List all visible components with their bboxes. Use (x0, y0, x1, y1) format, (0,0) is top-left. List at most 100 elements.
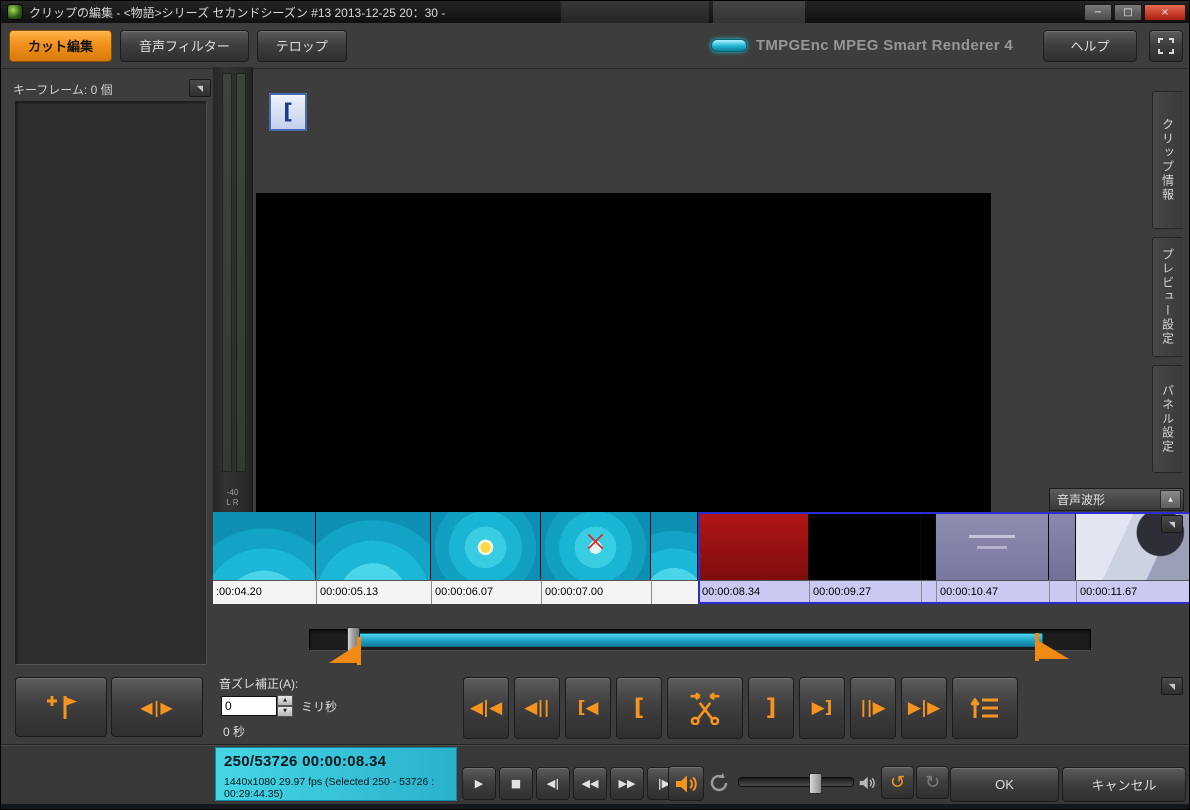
maximize-icon: □ (1123, 6, 1133, 18)
timeline-thumbnail (698, 512, 809, 580)
set-in-point-button[interactable]: [ (616, 677, 662, 739)
waveform-expand-icon[interactable]: ▲ (1160, 490, 1181, 509)
status-readout: 250/53726 00:00:08.34 1440x1080 29.97 fp… (215, 747, 457, 801)
spinner-up-button[interactable]: ▲ (277, 695, 293, 706)
set-out-point-button[interactable]: ] (748, 677, 794, 739)
title-bar[interactable]: クリップの編集 - <物語>シリーズ セカンドシーズン #13 2013-12-… (1, 1, 1189, 23)
repeat-icon (710, 773, 728, 792)
frame-back-icon: ◀| (546, 777, 560, 790)
redo-icon: ↻ (924, 772, 941, 793)
timeline-segment[interactable]: 00:00:06.07 (431, 512, 541, 604)
tab-cut-edit[interactable]: カット編集 (9, 29, 113, 62)
seek-bar[interactable] (305, 621, 1095, 667)
spinner-down-button[interactable]: ▼ (277, 706, 293, 717)
frame-position-text: 250/53726 00:00:08.34 (224, 753, 387, 770)
close-button[interactable]: × (1144, 4, 1186, 21)
tab-clip-info-label: クリップ情報 (1160, 118, 1175, 202)
redo-button[interactable]: ↻ (916, 766, 949, 799)
timeline-timestamp (921, 580, 936, 604)
meter-labels: -40 L R (213, 488, 252, 508)
add-keyframe-button[interactable] (15, 677, 107, 737)
timeline-timestamp: 00:00:09.27 (809, 580, 921, 604)
timeline-segment[interactable] (921, 512, 936, 604)
window-title: クリップの編集 - <物語>シリーズ セカンドシーズン #13 2013-12-… (29, 5, 446, 20)
timeline-segment[interactable]: 00:00:09.27 (809, 512, 921, 604)
timeline-segment[interactable] (1049, 512, 1076, 604)
cancel-button-label: キャンセル (1091, 778, 1157, 793)
prev-cut-point-button[interactable]: ◀|◀ (463, 677, 509, 739)
collapse-arrow-icon: ◥ (196, 83, 204, 93)
audio-sync-controls: ▲ ▼ ミリ秒 (221, 695, 337, 717)
audio-toggle-button[interactable] (668, 766, 704, 801)
tab-telop[interactable]: テロップ (256, 29, 347, 62)
help-button-label: ヘルプ (1070, 39, 1110, 54)
timeline-timestamp (651, 580, 698, 604)
background-window-ghost (561, 1, 709, 23)
volume-slider[interactable] (738, 773, 854, 794)
in-point-marker-icon[interactable] (329, 645, 357, 663)
help-button[interactable]: ヘルプ (1043, 29, 1137, 62)
video-preview[interactable] (256, 193, 991, 512)
jump-to-in-point-button[interactable]: [◀ (565, 677, 611, 739)
step-back-button[interactable]: ◀|| (514, 677, 560, 739)
fullscreen-button[interactable] (1149, 29, 1183, 62)
main-toolbar: カット編集 音声フィルター テロップ TMPGEnc MPEG Smart Re… (1, 23, 1189, 69)
timeline-timestamp: 00:00:07.00 (541, 580, 651, 604)
tab-panel-settings[interactable]: パネル設定 (1152, 365, 1183, 473)
window-bottom-edge (1, 804, 1189, 809)
step-forward-button[interactable]: ||▶ (850, 677, 896, 739)
repeat-toggle-button[interactable] (706, 770, 732, 796)
timeline-segment[interactable]: 00:00:05.13 (316, 512, 431, 604)
timeline-segment[interactable]: 00:00:07.00 (541, 512, 651, 604)
collapse-arrow-icon: ◥ (1168, 681, 1176, 691)
set-out-point-icon: ] (765, 695, 777, 721)
keyframe-list[interactable] (15, 101, 207, 665)
clip-details-text: 1440x1080 29.97 fps (Selected 250 - 5372… (224, 776, 435, 800)
timeline-segment[interactable]: 00:00:10.47 (936, 512, 1049, 604)
timeline-segment[interactable] (651, 512, 698, 604)
timeline[interactable]: :00:04.20 00:00:05.13 00:00:06.07 00:00:… (213, 512, 1189, 604)
fast-forward-button[interactable]: ▶▶ (610, 767, 644, 800)
ok-button-label: OK (995, 777, 1014, 792)
meter-bar-left (222, 73, 232, 472)
stop-button[interactable]: ■ (499, 767, 533, 800)
in-point-marker-bar[interactable] (357, 637, 361, 665)
tab-clip-info[interactable]: クリップ情報 (1152, 91, 1183, 229)
undo-button[interactable]: ↺ (881, 766, 914, 799)
cut-selection-button[interactable] (667, 677, 743, 739)
frame-back-button[interactable]: ◀| (536, 767, 570, 800)
timeline-collapse-button[interactable]: ◥ (1161, 515, 1183, 533)
timeline-thumbnail (809, 512, 921, 580)
cancel-button[interactable]: キャンセル (1062, 767, 1186, 802)
jump-to-out-point-button[interactable]: ▶] (799, 677, 845, 739)
play-button[interactable]: ▶ (462, 767, 496, 800)
maximize-button[interactable]: □ (1114, 4, 1142, 21)
tab-audio-filter[interactable]: 音声フィルター (120, 29, 249, 62)
keyframe-nav-button[interactable]: ◀|▶ (111, 677, 203, 737)
volume-handle[interactable] (809, 773, 822, 794)
meter-scale-label: -40 (226, 488, 239, 497)
clip-start-indicator-icon: [ (269, 93, 307, 131)
audio-sync-input[interactable] (221, 696, 277, 716)
prev-cut-point-icon: ◀|◀ (469, 698, 503, 718)
timeline-timestamp: 00:00:06.07 (431, 580, 541, 604)
tab-preview-settings[interactable]: プレビュー設定 (1152, 237, 1183, 357)
controls-collapse-button[interactable]: ◥ (1161, 677, 1183, 695)
step-forward-icon: ||▶ (860, 698, 886, 718)
timeline-timestamp: 00:00:08.34 (698, 580, 809, 604)
panel-collapse-button[interactable]: ◥ (189, 79, 211, 97)
rewind-button[interactable]: ◀◀ (573, 767, 607, 800)
seek-selected-range (357, 633, 1043, 647)
jump-to-out-point-icon: ▶] (811, 698, 833, 718)
timeline-timestamp: :00:04.20 (213, 580, 316, 604)
timeline-thumbnail (316, 512, 431, 580)
keyframe-list-button[interactable] (952, 677, 1018, 739)
ok-button[interactable]: OK (950, 767, 1059, 802)
scissors-cut-icon (690, 692, 720, 725)
next-cut-point-button[interactable]: ▶|▶ (901, 677, 947, 739)
timeline-segment[interactable]: :00:04.20 (213, 512, 316, 604)
minimize-button[interactable]: − (1084, 4, 1112, 21)
out-point-marker-icon[interactable] (1039, 641, 1069, 659)
audio-waveform-button[interactable]: 音声波形 ▲ (1049, 488, 1184, 511)
timeline-segment[interactable]: 00:00:08.34 (698, 512, 809, 604)
